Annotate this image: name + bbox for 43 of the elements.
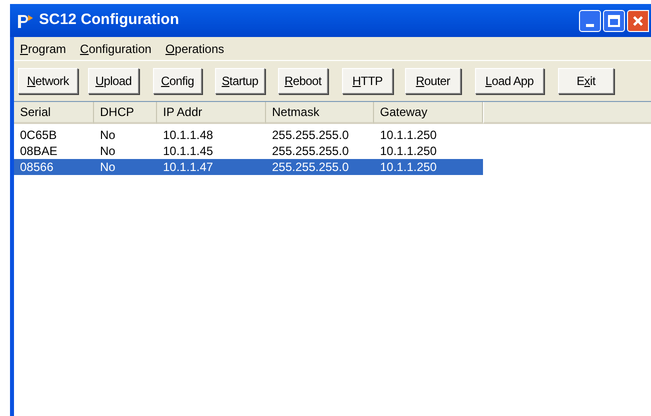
menu-item[interactable]: Operations xyxy=(165,40,224,58)
table-cell-text: 10.1.1.250 xyxy=(379,159,438,175)
table-cell-text: No xyxy=(99,159,116,175)
toolbar-button[interactable]: Router xyxy=(405,68,461,94)
table-cell-text: 10.1.1.250 xyxy=(379,127,438,143)
toolbar-button[interactable]: Config xyxy=(153,68,202,94)
toolbar-button[interactable]: Startup xyxy=(215,68,265,94)
minimize-button[interactable] xyxy=(579,10,601,32)
table-cell-text: No xyxy=(99,143,116,159)
column-header[interactable]: DHCP xyxy=(94,102,157,124)
toolbar-button[interactable]: HTTP xyxy=(342,68,393,94)
table-cell-text: No xyxy=(99,127,116,143)
toolbar-button[interactable]: Exit xyxy=(558,68,614,94)
column-header[interactable]: IP Addr xyxy=(157,102,266,124)
toolbar-button[interactable]: Reboot xyxy=(278,68,328,94)
maximize-button[interactable] xyxy=(603,10,625,32)
table-cell-text: 255.255.255.0 xyxy=(271,143,350,159)
table-row[interactable]: 0C65B No 10.1.1.48 255.255.255.0 10.1.1.250 xyxy=(14,127,483,143)
column-header[interactable]: Serial xyxy=(14,102,94,124)
column-header[interactable]: Netmask xyxy=(266,102,374,124)
table-cell-text: 10.1.1.47 xyxy=(162,159,214,175)
table-cell-text: 10.1.1.45 xyxy=(162,143,214,159)
table-row[interactable]: 08BAE No 10.1.1.45 255.255.255.0 10.1.1.250 xyxy=(14,143,483,159)
table-cell-text: 10.1.1.250 xyxy=(379,143,438,159)
table-cell-text: 0C65B xyxy=(19,127,58,143)
toolbar-button[interactable]: Upload xyxy=(88,68,139,94)
column-header[interactable]: Gateway xyxy=(374,102,483,124)
toolbar-button[interactable]: Load App xyxy=(475,68,544,94)
menu-item[interactable]: Program xyxy=(20,40,66,58)
maximize-icon xyxy=(608,14,620,26)
minimize-icon xyxy=(586,24,594,26)
toolbar-button[interactable]: Network xyxy=(18,68,78,94)
table-cell-text: 10.1.1.48 xyxy=(162,127,214,143)
close-icon xyxy=(632,14,644,26)
window-title: SC12 Configuration xyxy=(39,10,180,30)
app-logo-icon xyxy=(16,12,34,28)
table-cell-text: 08566 xyxy=(19,159,54,175)
table-cell-text: 255.255.255.0 xyxy=(271,127,350,143)
table-cell-text: 08BAE xyxy=(19,143,58,159)
table-cell-text: 255.255.255.0 xyxy=(271,159,350,175)
close-button[interactable] xyxy=(627,10,649,32)
table-row[interactable]: 08566 No 10.1.1.47 255.255.255.0 10.1.1.250 xyxy=(14,159,483,175)
menu-item[interactable]: Configuration xyxy=(80,40,152,58)
